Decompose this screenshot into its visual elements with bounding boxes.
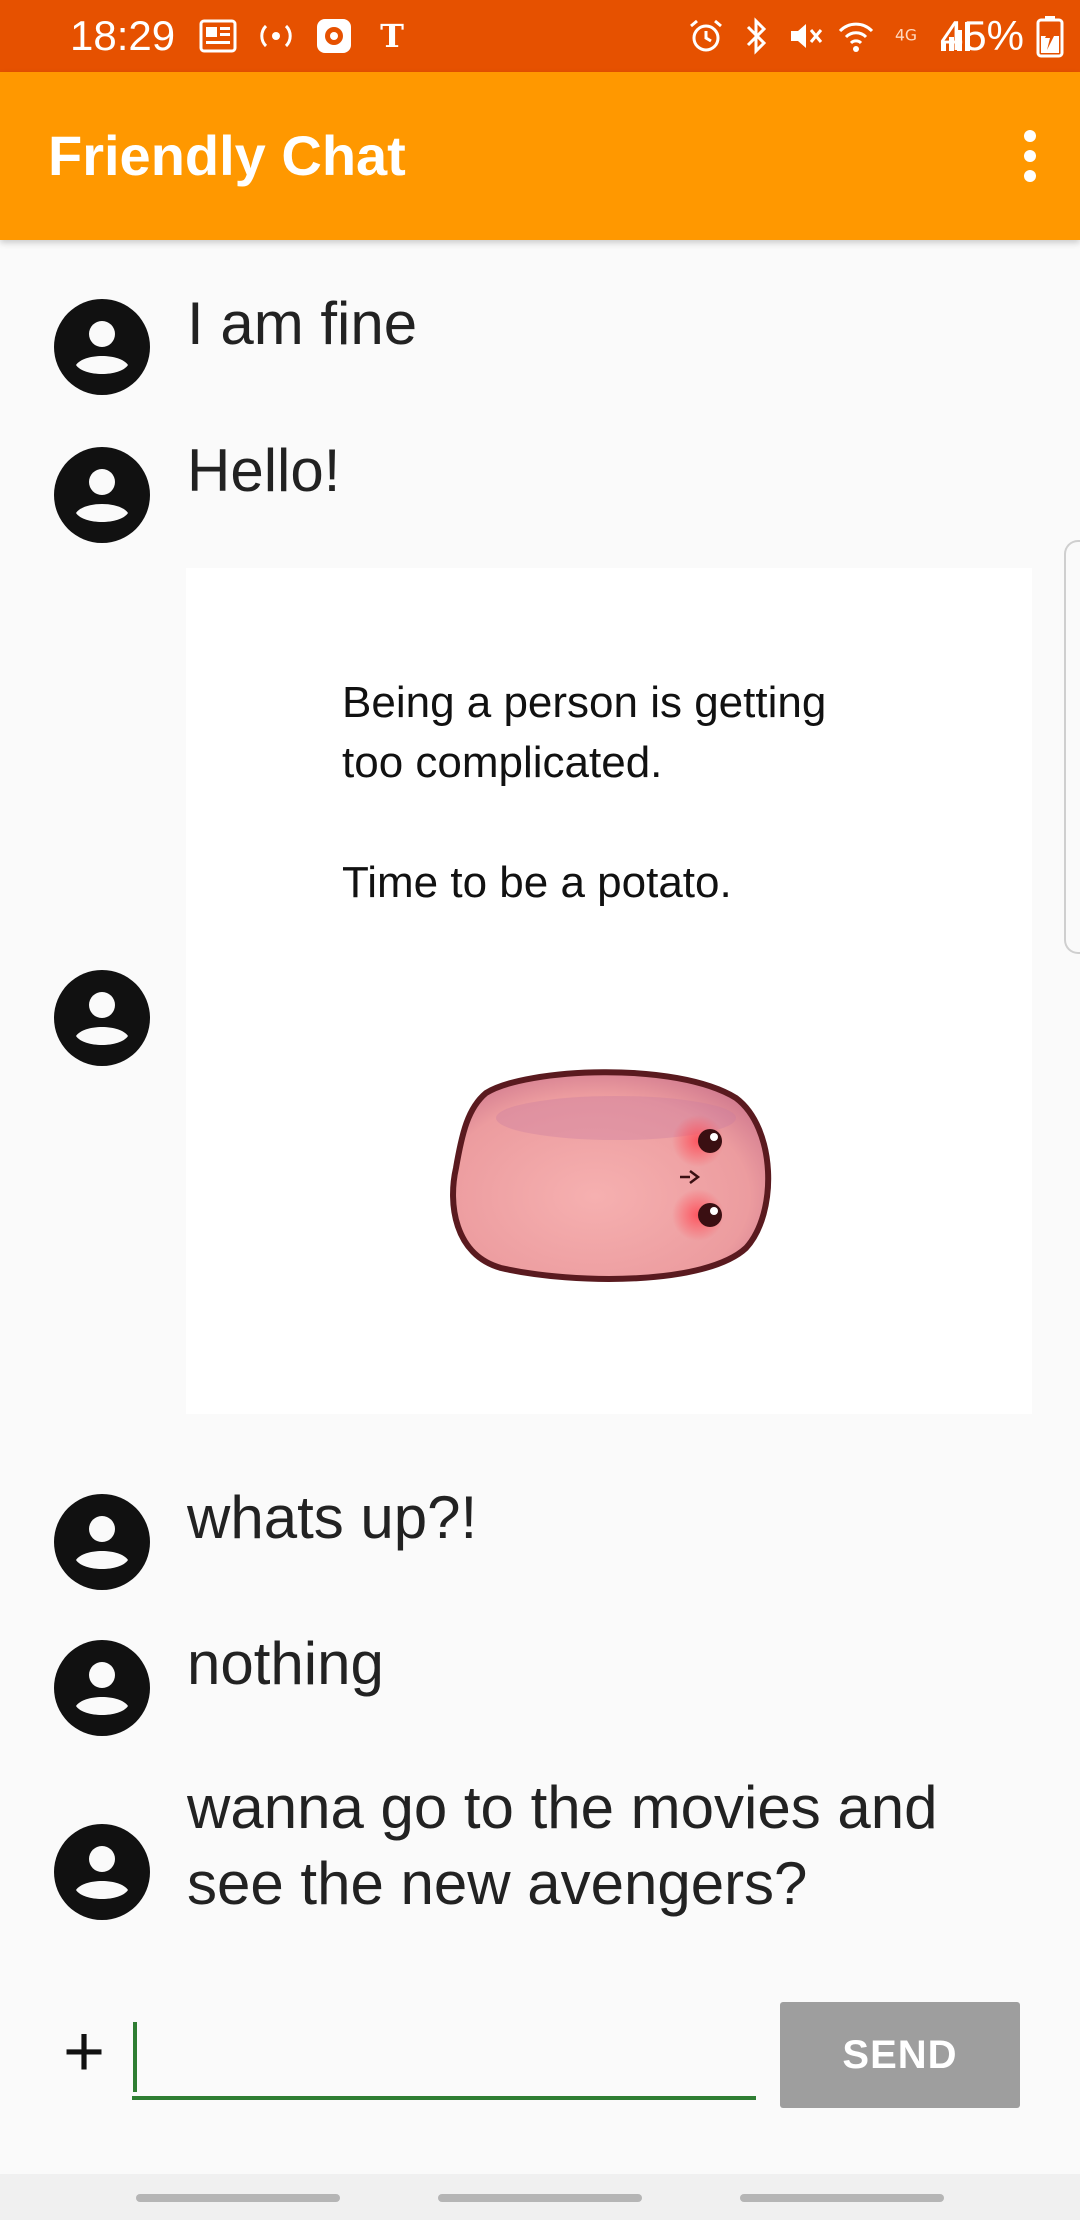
message-text: I am fine	[187, 290, 418, 357]
add-icon[interactable]: +	[50, 2016, 118, 2088]
app-title: Friendly Chat	[48, 124, 406, 187]
account-circle-icon	[54, 1494, 150, 1590]
message-image[interactable]: Being a person is getting too complicate…	[186, 568, 1032, 1414]
home-button[interactable]	[438, 2194, 642, 2202]
meme-caption: Being a person is getting too complicate…	[342, 678, 827, 907]
scroll-edge-handle[interactable]	[1064, 540, 1080, 954]
send-button[interactable]: SEND	[780, 2002, 1020, 2108]
battery-percentage: 45%	[939, 12, 1024, 59]
app-icon	[314, 16, 354, 56]
status-time: 18:29	[70, 12, 176, 59]
message-text: nothing	[187, 1630, 384, 1697]
text-cursor	[133, 2022, 137, 2092]
chat-screen: 18:29 T 4G 45% Friendly Chat I am fine H…	[0, 0, 1080, 2220]
mute-icon	[786, 16, 826, 56]
message-input[interactable]	[132, 2014, 756, 2100]
back-button[interactable]	[740, 2194, 944, 2202]
recents-button[interactable]	[136, 2194, 340, 2202]
app-bar: Friendly Chat	[0, 72, 1080, 240]
message-text: whats up?!	[187, 1484, 478, 1551]
message-text: Hello!	[187, 437, 341, 504]
account-circle-icon	[54, 970, 150, 1066]
svg-text:4G: 4G	[895, 25, 917, 44]
status-right-icons: 4G	[686, 16, 976, 56]
4g-icon: 4G	[886, 16, 926, 56]
news-icon	[198, 16, 238, 56]
status-left-icons: T	[198, 16, 412, 56]
battery-icon	[1036, 16, 1064, 58]
alarm-icon	[686, 16, 726, 56]
more-vert-icon[interactable]	[998, 124, 1062, 188]
navigation-bar	[0, 2174, 1080, 2220]
bluetooth-icon	[736, 16, 776, 56]
account-circle-icon	[54, 299, 150, 395]
wifi-icon	[836, 16, 876, 56]
svg-text:T: T	[380, 17, 404, 55]
nyt-icon: T	[372, 16, 412, 56]
account-circle-icon	[54, 447, 150, 543]
account-circle-icon	[54, 1640, 150, 1736]
message-text: wanna go to the movies and see the new a…	[187, 1774, 938, 1917]
cast-icon	[256, 16, 296, 56]
potato-illustration	[450, 1069, 772, 1282]
account-circle-icon	[54, 1824, 150, 1920]
status-bar: 18:29 T 4G 45%	[0, 0, 1080, 72]
